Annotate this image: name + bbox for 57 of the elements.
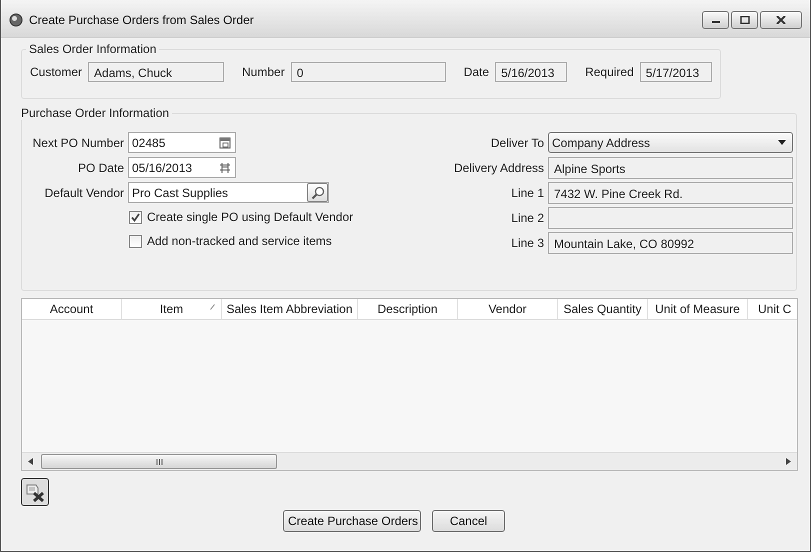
checkbox[interactable] bbox=[129, 234, 142, 248]
create-button[interactable]: Create Purchase Orders bbox=[283, 510, 421, 532]
address-field: Alpine Sports bbox=[548, 156, 793, 178]
maximize-button[interactable] bbox=[731, 10, 758, 28]
readonly-field: Adams, Chuck bbox=[88, 62, 224, 82]
address-field: 7432 W. Pine Creek Rd. bbox=[548, 182, 793, 204]
address-field: Mountain Lake, CO 80992 bbox=[548, 232, 793, 254]
field-label: Deliver To bbox=[490, 136, 545, 150]
readonly-field: 5/17/2013 bbox=[640, 62, 712, 82]
column-header[interactable]: Description bbox=[358, 299, 458, 319]
column-header[interactable]: Sales Quantity bbox=[558, 299, 648, 319]
field-label: Required bbox=[585, 65, 634, 79]
scroll-left-icon bbox=[28, 458, 34, 465]
column-header[interactable]: Sales Item Abbreviation bbox=[222, 299, 358, 319]
readonly-field: 5/16/2013 bbox=[495, 62, 568, 82]
field-label: Line 2 bbox=[510, 210, 545, 224]
maximize-icon bbox=[740, 16, 750, 24]
vendor-field[interactable]: Pro Cast Supplies bbox=[128, 182, 329, 203]
field-label: Delivery Address bbox=[452, 160, 545, 174]
column-header[interactable]: Vendor bbox=[458, 299, 558, 319]
field-label: Customer bbox=[30, 65, 82, 79]
close-icon bbox=[776, 16, 786, 24]
date-field[interactable]: 05/16/2013 bbox=[128, 157, 236, 178]
search-icon bbox=[310, 186, 324, 200]
deliver-to-dropdown[interactable]: Company Address bbox=[548, 132, 793, 153]
window-title: Create Purchase Orders from Sales Order bbox=[29, 12, 254, 26]
field-label: PO Date bbox=[76, 160, 125, 174]
field-label: Date bbox=[464, 65, 490, 79]
column-header[interactable]: Account bbox=[22, 299, 122, 319]
readonly-field: 0 bbox=[290, 62, 446, 82]
checkbox-label: Create single PO using Default Vendor bbox=[147, 210, 354, 224]
checkbox[interactable] bbox=[129, 210, 142, 224]
search-button[interactable] bbox=[307, 183, 328, 202]
group-title: Sales Order Information bbox=[28, 42, 158, 56]
column-header[interactable]: Unit of Measure bbox=[648, 299, 748, 319]
app-icon bbox=[9, 12, 23, 26]
field-label: Number bbox=[242, 65, 285, 79]
calendar-icon bbox=[219, 136, 231, 148]
scroll-right-icon bbox=[785, 458, 791, 465]
field-label: Line 3 bbox=[510, 236, 545, 250]
close-button[interactable] bbox=[760, 10, 802, 28]
minimize-button[interactable] bbox=[702, 10, 729, 28]
sort-icon bbox=[210, 304, 215, 310]
group-title: Purchase Order Information bbox=[20, 106, 170, 120]
field-label: Default Vendor bbox=[44, 186, 125, 200]
field-label: Line 1 bbox=[510, 186, 545, 200]
scroll-thumb[interactable] bbox=[41, 454, 277, 469]
field-label: Next PO Number bbox=[32, 136, 125, 150]
number-field[interactable]: 02485 bbox=[128, 132, 236, 153]
dropdown-arrow-icon bbox=[778, 140, 786, 145]
column-header[interactable]: Unit C bbox=[748, 299, 797, 319]
horizontal-scrollbar[interactable] bbox=[22, 452, 797, 470]
cancel-button[interactable]: Cancel bbox=[432, 510, 505, 532]
checkbox-label: Add non-tracked and service items bbox=[147, 234, 332, 248]
grid-icon bbox=[219, 162, 231, 174]
column-header[interactable]: Item bbox=[122, 299, 222, 319]
remove-button[interactable] bbox=[21, 478, 49, 506]
